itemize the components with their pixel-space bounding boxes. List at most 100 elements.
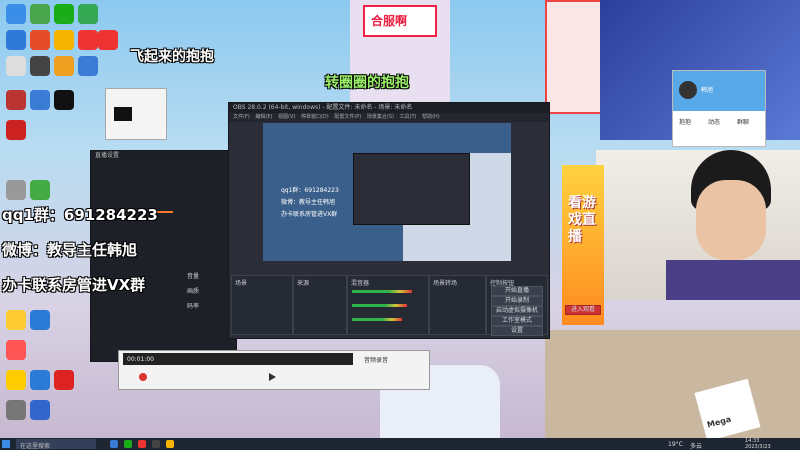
taskbar-search-text: 在这里搜索 bbox=[20, 443, 51, 450]
desktop-icon[interactable] bbox=[54, 370, 74, 390]
preview-house-text: 办卡联系房管进VX群 bbox=[281, 211, 338, 218]
netease-music-icon[interactable] bbox=[78, 30, 98, 50]
desktop-icon[interactable] bbox=[6, 400, 26, 420]
menu-item[interactable]: 帮助(H) bbox=[422, 114, 440, 120]
desktop-icon[interactable] bbox=[30, 90, 50, 110]
game-live-banner[interactable]: 看游戏直播 进入观看 bbox=[562, 165, 604, 325]
menu-item[interactable]: 配置文件(P) bbox=[334, 114, 361, 120]
record-icon[interactable] bbox=[139, 373, 147, 381]
profile-tab[interactable]: 抱抱 bbox=[679, 117, 691, 126]
taskbar: 在这里搜索 19°C 多云 14:33 2023/3/23 bbox=[0, 438, 800, 450]
sources-label: 来源 bbox=[297, 280, 310, 287]
qq-group-text: qq1群：691284223 bbox=[2, 206, 158, 224]
obs-preview[interactable]: qq1群：691284223 微博：教导主任韩旭 办卡联系房管进VX群 bbox=[263, 123, 511, 261]
taskbar-app-icon[interactable] bbox=[110, 440, 118, 448]
menu-item[interactable]: 编辑(E) bbox=[255, 114, 272, 120]
float-text: 飞起来的抱抱 bbox=[130, 49, 214, 65]
weibo-text: 微博：教导主任韩旭 bbox=[2, 241, 138, 259]
desktop-icon[interactable] bbox=[54, 56, 74, 76]
desktop-icon[interactable] bbox=[98, 30, 118, 50]
taskbar-search[interactable]: 在这里搜索 bbox=[16, 439, 96, 450]
taskbar-app-icon[interactable] bbox=[138, 440, 146, 448]
preview-nested-window bbox=[353, 153, 470, 225]
audio-recorder-window: 00:01:00 音频录音 bbox=[118, 350, 430, 390]
start-stream-button[interactable]: 开始直播 bbox=[491, 286, 543, 296]
virtual-camera-button[interactable]: 启动虚拟摄像机 bbox=[491, 306, 543, 316]
wechat-icon[interactable] bbox=[54, 4, 74, 24]
obs-titlebar: OBS 28.0.2 (64-bit, windows) - 配置文件: 未命名… bbox=[229, 103, 549, 113]
streamer-shirt bbox=[666, 260, 800, 300]
play-icon[interactable] bbox=[269, 373, 276, 381]
menu-item[interactable]: 工具(T) bbox=[400, 114, 417, 120]
shop-sign-text: 合服啊 bbox=[371, 14, 408, 28]
time-readout: 00:01:00 bbox=[127, 356, 154, 363]
profile-name: 韩旭 bbox=[701, 87, 714, 94]
menu-item[interactable]: 场景集合(S) bbox=[367, 114, 394, 120]
desktop-icon[interactable] bbox=[6, 56, 26, 76]
mixer-label: 混音器 bbox=[351, 280, 370, 287]
volume-meter bbox=[352, 290, 412, 293]
desktop-icon[interactable] bbox=[54, 90, 74, 110]
float-text: 转圈圈的抱抱 bbox=[325, 75, 409, 91]
desktop-icon[interactable] bbox=[30, 400, 50, 420]
desktop-icon[interactable] bbox=[6, 30, 26, 50]
desktop-icon[interactable] bbox=[6, 180, 26, 200]
mixer-dock: 混音器 bbox=[347, 275, 429, 335]
small-preview-window bbox=[105, 88, 167, 140]
menu-item[interactable]: 文件(F) bbox=[233, 114, 250, 120]
taskbar-date: 2023/3/23 bbox=[745, 444, 771, 450]
desktop-icon[interactable] bbox=[78, 4, 98, 24]
studio-mode-button[interactable]: 工作室模式 bbox=[491, 316, 543, 326]
sources-dock: 来源 bbox=[293, 275, 347, 335]
desktop-icon[interactable] bbox=[54, 30, 74, 50]
setting-row: 码率 bbox=[187, 303, 200, 310]
taskbar-app-icon[interactable] bbox=[152, 440, 160, 448]
desktop-icon[interactable] bbox=[6, 370, 26, 390]
volume-meter bbox=[352, 304, 407, 307]
scenes-dock: 场景 bbox=[231, 275, 293, 335]
avatar[interactable] bbox=[679, 81, 697, 99]
desktop-icon[interactable] bbox=[6, 340, 26, 360]
settings-button[interactable]: 设置 bbox=[491, 326, 543, 336]
preview-thumb bbox=[114, 107, 132, 121]
desktop-icon[interactable] bbox=[6, 310, 26, 330]
desktop-icon[interactable] bbox=[30, 56, 50, 76]
banner-title: 看游戏直播 bbox=[568, 195, 596, 245]
desktop-icon[interactable] bbox=[6, 4, 26, 24]
desktop-icon[interactable] bbox=[6, 90, 26, 110]
desktop-icon[interactable] bbox=[78, 56, 98, 76]
live-helper-titlebar: 直播设置 bbox=[91, 151, 236, 161]
profile-tab[interactable]: 群聊 bbox=[737, 117, 749, 126]
weather-status: 多云 bbox=[690, 443, 703, 450]
taskbar-app-icon[interactable] bbox=[166, 440, 174, 448]
scenes-label: 场景 bbox=[235, 280, 248, 287]
street-shop bbox=[545, 330, 800, 438]
menu-item[interactable]: 停靠窗口(D) bbox=[301, 114, 329, 120]
setting-row: 音量 bbox=[187, 273, 200, 280]
desktop-icon[interactable] bbox=[30, 4, 50, 24]
desktop-icon[interactable] bbox=[6, 120, 26, 140]
preview-qq-text: qq1群：691284223 bbox=[281, 187, 339, 194]
streamer-face bbox=[696, 180, 766, 260]
setting-row: 画质 bbox=[187, 288, 200, 295]
obs-menubar: 文件(F) 编辑(E) 视图(V) 停靠窗口(D) 配置文件(P) 场景集合(S… bbox=[229, 113, 549, 122]
menu-item[interactable]: 视图(V) bbox=[278, 114, 295, 120]
timeline-bar[interactable]: 00:01:00 bbox=[123, 353, 353, 365]
transitions-label: 场景转场 bbox=[433, 280, 458, 287]
desktop-icon[interactable] bbox=[30, 310, 50, 330]
desktop-icon[interactable] bbox=[30, 370, 50, 390]
controls-dock: 控制按钮 开始直播 开始录制 启动虚拟摄像机 工作室模式 设置 bbox=[486, 275, 548, 336]
weather-temp: 19°C bbox=[668, 441, 683, 448]
profile-tab[interactable]: 动态 bbox=[708, 117, 720, 126]
volume-meter bbox=[352, 318, 402, 321]
start-button[interactable] bbox=[2, 440, 10, 448]
qq-mini-profile: 韩旭 抱抱 动态 群聊 bbox=[672, 70, 766, 147]
house-contact-text: 办卡联系房管进VX群 bbox=[2, 276, 146, 294]
mega-sign-text: Mega bbox=[706, 414, 733, 430]
desktop-icon[interactable] bbox=[30, 180, 50, 200]
taskbar-app-icon[interactable] bbox=[124, 440, 132, 448]
webcam-feed bbox=[596, 150, 800, 300]
start-record-button[interactable]: 开始录制 bbox=[491, 296, 543, 306]
desktop-icon[interactable] bbox=[30, 30, 50, 50]
banner-enter-button[interactable]: 进入观看 bbox=[565, 305, 601, 315]
